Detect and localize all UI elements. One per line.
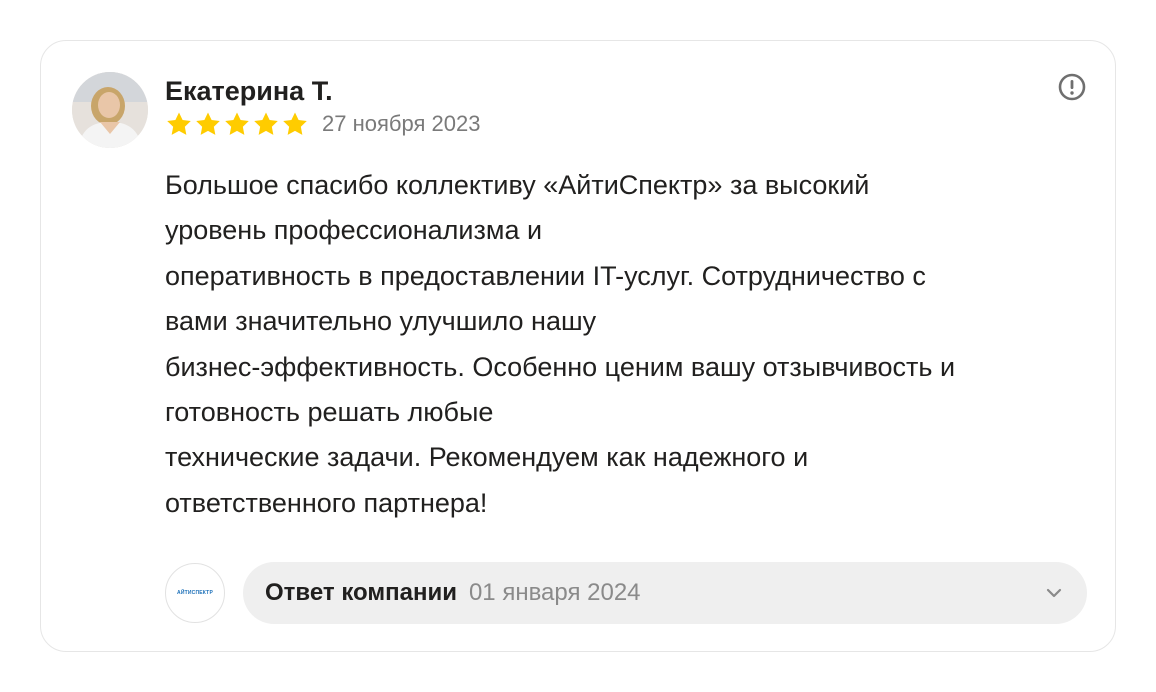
review-date: 27 ноября 2023	[322, 111, 481, 136]
review-text-line: ответственного партнера!	[165, 487, 488, 518]
star-icon	[165, 111, 193, 138]
review-text-line: вами значительно улучшило нашу	[165, 306, 597, 337]
review-text-line: технические задачи. Рекомендуем как наде…	[165, 442, 809, 473]
star-icon	[252, 111, 280, 138]
star-icon	[223, 111, 251, 138]
company-logo-text: АЙТИСПЕКТР	[177, 590, 213, 596]
company-reply-date: 01 января 2024	[468, 579, 641, 606]
company-reply-label: Ответ компании	[265, 579, 457, 606]
user-photo-icon	[72, 72, 148, 148]
complaint-button[interactable]	[1057, 72, 1087, 102]
exclamation-circle-icon	[1058, 73, 1086, 101]
star-icon	[281, 111, 309, 138]
review-text: Большое спасибо коллективу «АйтиСпектр» …	[165, 163, 1095, 526]
review-text-line: оперативность в предоставлении IT-услуг.…	[165, 260, 926, 291]
rating-row: 27 ноября 2023	[165, 110, 480, 138]
company-reply-toggle[interactable]: Ответ компании 01 января 2024	[243, 562, 1087, 624]
star-icon	[194, 111, 222, 138]
chevron-down-icon	[1045, 584, 1063, 602]
avatar[interactable]	[72, 72, 148, 148]
review-text-line: готовность решать любые	[165, 397, 494, 428]
star-rating	[165, 111, 309, 138]
review-text-line: Большое спасибо коллективу «АйтиСпектр» …	[165, 170, 870, 200]
review-card: Екатерина Т. 27 ноября 2023 Большое спас…	[40, 40, 1116, 652]
company-logo[interactable]: АЙТИСПЕКТР	[165, 563, 225, 623]
author-name[interactable]: Екатерина Т.	[165, 75, 333, 107]
review-text-line: бизнес-эффективность. Особенно ценим ваш…	[165, 351, 956, 382]
review-text-line: уровень профессионализма и	[165, 215, 543, 246]
